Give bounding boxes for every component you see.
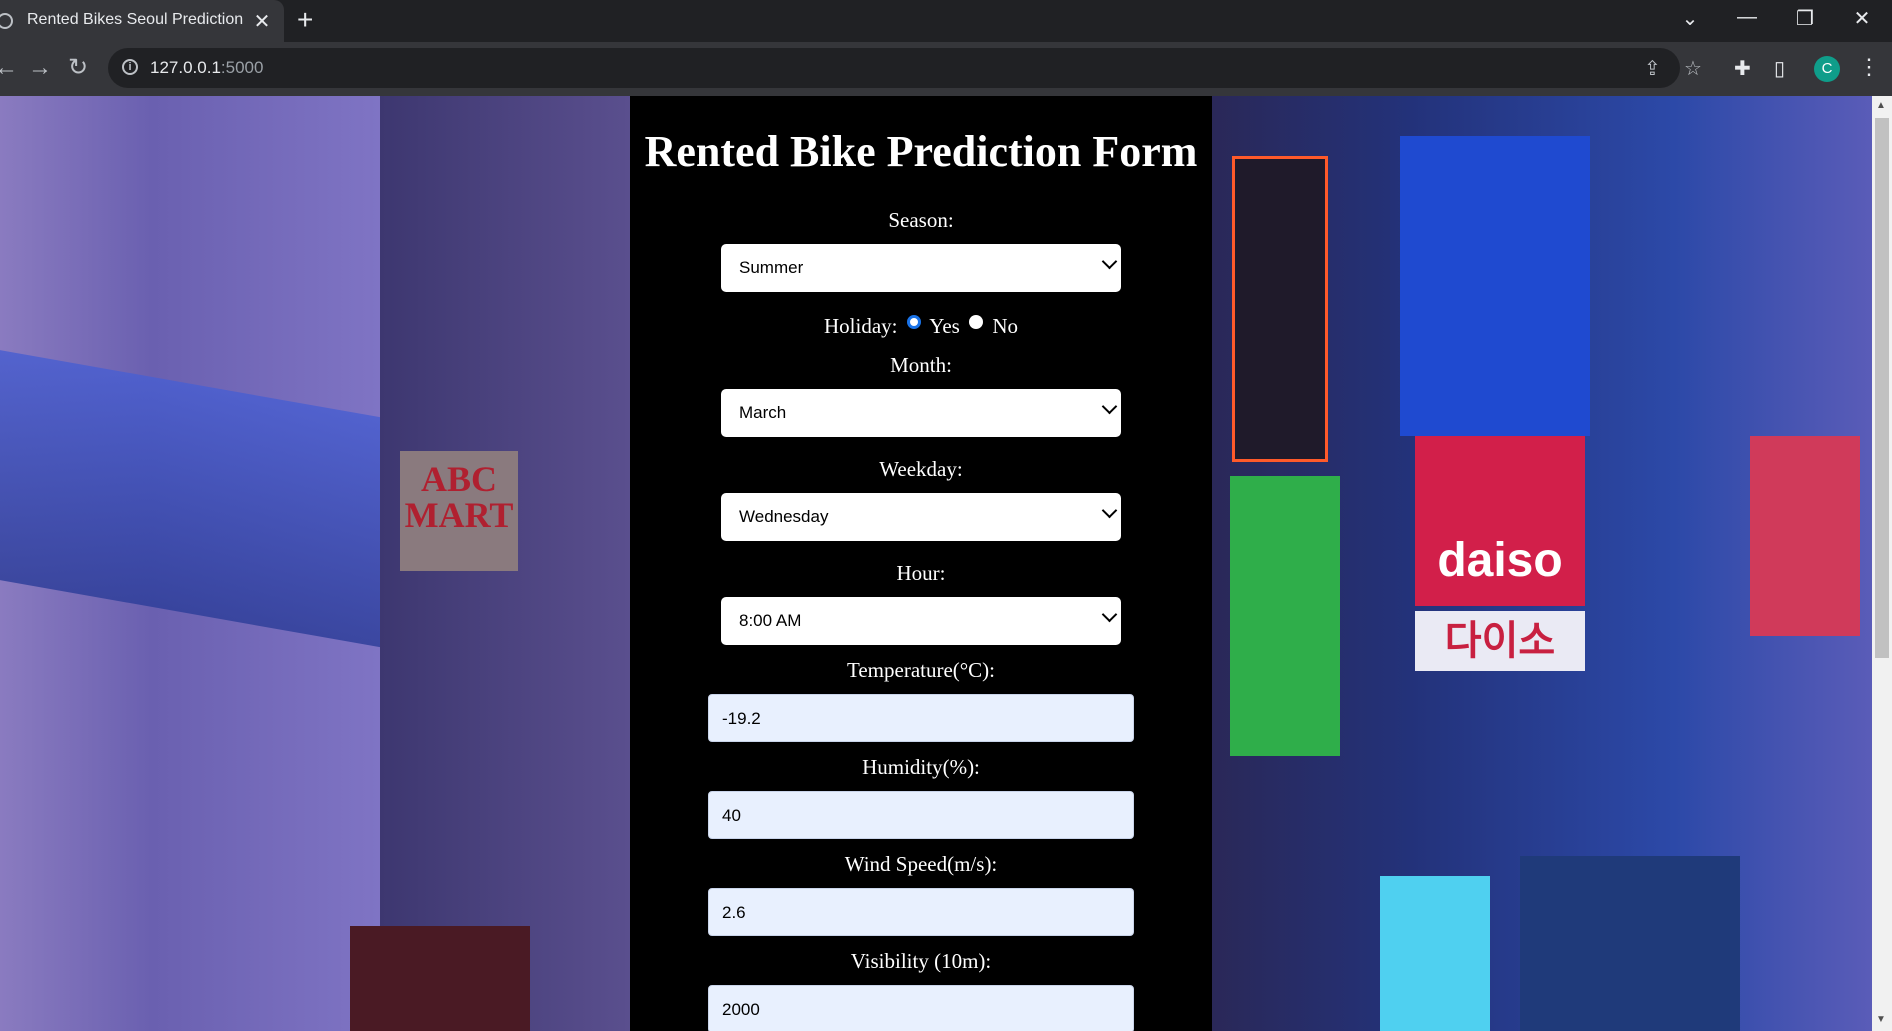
humidity-value: 40 [722,806,741,825]
browser-tab[interactable]: Rented Bikes Seoul Prediction ✕ [0,0,284,42]
holiday-group: Holiday: Yes No [630,314,1212,339]
page-title: Rented Bike Prediction Form [644,127,1198,176]
wind-speed-label: Wind Speed(m/s): [844,852,998,876]
browser-toolbar: ← → ↻ i 127.0.0.1:5000 ⇪ ☆ ✚ ▯ C ⋮ [0,42,1892,96]
profile-avatar[interactable]: C [1814,56,1840,82]
month-label: Month: [890,353,952,377]
humidity-label: Humidity(%): [862,755,980,779]
restore-icon[interactable]: ❐ [1785,6,1825,31]
address-bar[interactable]: i 127.0.0.1:5000 ⇪ ☆ [108,48,1702,88]
season-label: Season: [888,208,954,232]
pink-sign [1750,436,1860,636]
visibility-input[interactable]: 2000 [708,985,1134,1031]
humidity-input[interactable]: 40 [708,791,1134,839]
tab-search-icon[interactable]: ⌄ [1670,6,1710,31]
temperature-input[interactable]: -19.2 [708,694,1134,742]
holiday-yes-label[interactable]: Yes [929,314,960,338]
tab-title: Rented Bikes Seoul Prediction [27,11,244,28]
scrollbar-thumb[interactable] [1875,118,1889,658]
holiday-yes-radio[interactable] [906,315,921,329]
chevron-down-icon [1101,502,1118,519]
page-scrollbar[interactable]: ▲ ▼ [1872,96,1892,1031]
weekday-select[interactable]: Wednesday [721,493,1121,541]
visibility-label: Visibility (10m): [850,949,992,973]
month-select[interactable]: March [721,389,1121,437]
close-tab-icon[interactable]: ✕ [251,9,273,34]
hour-value: 8:00 AM [739,611,802,630]
reload-icon[interactable]: ↻ [68,54,88,82]
cyan-light [1380,876,1490,1031]
hour-select[interactable]: 8:00 AM [721,597,1121,645]
month-value: March [739,403,787,422]
weekday-label: Weekday: [879,457,963,481]
back-icon[interactable]: ← [0,54,18,82]
green-sign [1230,476,1340,756]
url-text[interactable]: 127.0.0.1:5000 [150,58,263,78]
daiso-korean-sign: 다이소 [1415,611,1585,671]
minimize-icon[interactable]: — [1727,6,1767,29]
extensions-icon[interactable]: ✚ [1734,56,1751,81]
temperature-label: Temperature(°C): [846,658,996,682]
menu-icon[interactable]: ⋮ [1858,54,1880,80]
visibility-value: 2000 [722,1000,760,1019]
prediction-form: Rented Bike Prediction Form Season: Summ… [630,96,1212,1031]
neon-sign [1232,156,1328,462]
hour-label: Hour: [896,561,946,585]
wind-speed-value: 2.6 [722,903,746,922]
wind-speed-input[interactable]: 2.6 [708,888,1134,936]
season-select[interactable]: Summer [721,244,1121,292]
site-info-icon[interactable]: i [122,59,138,75]
background-shop-sign [350,926,530,1031]
bookmark-star-icon[interactable]: ☆ [1684,56,1702,81]
abc-mart-sign: ABC MART [400,451,518,571]
holiday-label: Holiday: [824,314,898,338]
season-value: Summer [739,258,804,277]
holiday-no-label[interactable]: No [992,314,1018,338]
close-window-icon[interactable]: ✕ [1842,6,1882,31]
side-panel-icon[interactable]: ▯ [1774,56,1785,81]
holiday-no-radio[interactable] [969,315,984,329]
scroll-down-icon[interactable]: ▼ [1876,1014,1886,1025]
weekday-value: Wednesday [739,507,829,526]
blue-sign [1400,136,1590,436]
share-icon[interactable]: ⇪ [1644,56,1661,81]
globe-icon [0,13,13,29]
chevron-down-icon [1101,606,1118,623]
tab-strip: Rented Bikes Seoul Prediction ✕ + ⌄ — ❐ … [0,0,1892,42]
page-viewport: ABC MART daiso 다이소 Rented Bike Predictio… [0,96,1872,1031]
daiso-sign: daiso [1415,436,1585,606]
temperature-value: -19.2 [722,709,761,728]
chevron-down-icon [1101,398,1118,415]
forward-icon[interactable]: → [28,54,52,82]
chevron-down-icon [1101,253,1118,270]
scroll-up-icon[interactable]: ▲ [1876,100,1886,111]
new-tab-button[interactable]: + [297,5,313,35]
dark-blue-sign [1520,856,1740,1031]
